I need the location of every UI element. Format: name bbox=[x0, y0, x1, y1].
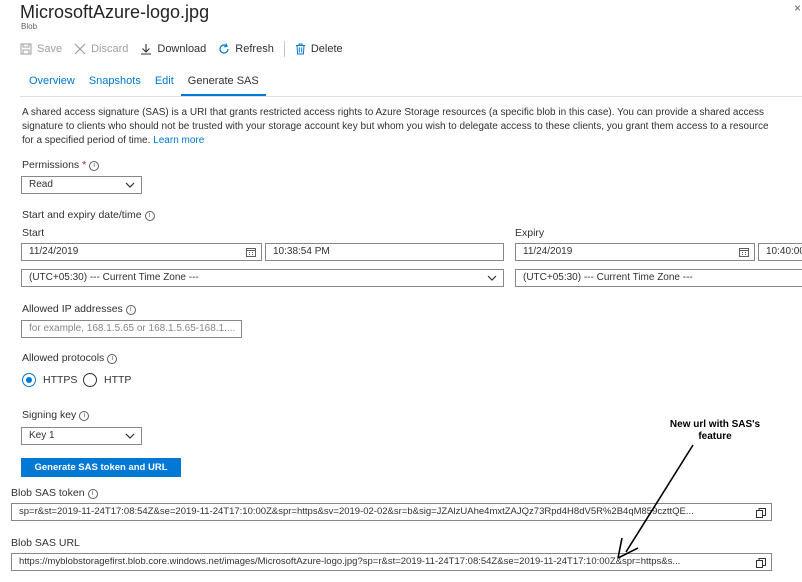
expiry-timezone-value: (UTC+05:30) --- Current Time Zone --- bbox=[523, 272, 693, 283]
sas-token-label-text: Blob SAS token bbox=[11, 487, 85, 499]
info-icon[interactable]: i bbox=[107, 354, 118, 364]
refresh-icon bbox=[219, 43, 229, 54]
download-button[interactable]: Download bbox=[140, 43, 206, 55]
start-date-value: 11/24/2019 bbox=[29, 246, 79, 257]
chevron-down-icon bbox=[125, 182, 135, 188]
copy-icon[interactable] bbox=[756, 508, 766, 518]
sas-url-label: Blob SAS URL bbox=[11, 537, 80, 549]
start-timezone-dropdown[interactable]: (UTC+05:30) --- Current Time Zone --- bbox=[21, 269, 504, 287]
signing-key-label: Signing key i bbox=[22, 409, 90, 421]
toolbar-divider bbox=[283, 41, 285, 57]
sas-token-label: Blob SAS token i bbox=[11, 487, 98, 499]
sas-description: A shared access signature (SAS) is a URI… bbox=[22, 106, 782, 148]
dates-label: Start and expiry date/time i bbox=[22, 209, 155, 221]
expiry-timezone-dropdown[interactable]: (UTC+05:30) --- Current Time Zone --- bbox=[515, 269, 802, 287]
download-icon bbox=[141, 44, 152, 55]
tab-generate-sas[interactable]: Generate SAS bbox=[180, 72, 266, 96]
description-text: A shared access signature (SAS) is a URI… bbox=[22, 107, 769, 146]
download-label: Download bbox=[157, 43, 207, 55]
page-subtitle: Blob bbox=[21, 22, 38, 31]
http-radio[interactable] bbox=[83, 373, 97, 387]
ip-label-text: Allowed IP addresses bbox=[22, 303, 123, 315]
required-mark: * bbox=[82, 159, 87, 171]
start-label: Start bbox=[22, 227, 45, 239]
http-label: HTTP bbox=[104, 374, 132, 386]
https-label: HTTPS bbox=[43, 374, 78, 386]
save-icon bbox=[20, 43, 32, 55]
permissions-label: Permissions * i bbox=[22, 159, 100, 171]
calendar-icon[interactable] bbox=[246, 247, 256, 257]
sas-token-value: sp=r&st=2019-11-24T17:08:54Z&se=2019-11-… bbox=[19, 506, 694, 517]
info-icon[interactable]: i bbox=[79, 411, 90, 421]
delete-icon bbox=[295, 43, 305, 55]
start-timezone-value: (UTC+05:30) --- Current Time Zone --- bbox=[29, 272, 199, 283]
ip-input[interactable]: for example, 168.1.5.65 or 168.1.5.65-16… bbox=[21, 320, 242, 338]
protocols-label-text: Allowed protocols bbox=[22, 352, 105, 364]
calendar-icon[interactable] bbox=[739, 247, 749, 257]
copy-icon[interactable] bbox=[756, 558, 766, 568]
expiry-time-value: 10:40:00 bbox=[766, 246, 802, 257]
info-icon[interactable]: i bbox=[89, 161, 100, 171]
permissions-value: Read bbox=[29, 179, 53, 190]
protocols-label: Allowed protocols i bbox=[22, 352, 118, 364]
start-time-value: 10:38:54 PM bbox=[273, 246, 330, 257]
annotation-arrow bbox=[617, 444, 694, 559]
expiry-date-input[interactable]: 11/24/2019 bbox=[515, 243, 755, 261]
page-title: MicrosoftAzure-logo.jpg bbox=[20, 2, 210, 22]
learn-more-link[interactable]: Learn more bbox=[153, 135, 204, 146]
refresh-label: Refresh bbox=[235, 43, 274, 55]
start-time-input[interactable]: 10:38:54 PM bbox=[265, 243, 504, 261]
annotation-line1: New url with SAS's bbox=[669, 419, 761, 430]
discard-button[interactable]: Discard bbox=[74, 43, 128, 55]
info-icon[interactable]: i bbox=[125, 305, 136, 315]
signing-key-label-text: Signing key bbox=[22, 409, 77, 421]
tab-overview[interactable]: Overview bbox=[22, 72, 82, 94]
discard-icon bbox=[74, 43, 86, 55]
sas-url-value: https://myblobstoragefirst.blob.core.win… bbox=[19, 556, 681, 567]
chevron-down-icon bbox=[487, 275, 497, 281]
save-label: Save bbox=[37, 43, 63, 55]
info-icon[interactable]: i bbox=[144, 211, 155, 221]
close-icon[interactable]: × bbox=[794, 1, 801, 15]
https-radio[interactable] bbox=[22, 373, 36, 387]
start-date-input[interactable]: 11/24/2019 bbox=[21, 243, 262, 261]
signing-key-dropdown[interactable]: Key 1 bbox=[21, 427, 142, 445]
permissions-label-text: Permissions bbox=[22, 159, 80, 171]
permissions-dropdown[interactable]: Read bbox=[21, 176, 142, 194]
ip-placeholder: for example, 168.1.5.65 or 168.1.5.65-16… bbox=[29, 323, 236, 334]
generate-sas-button[interactable]: Generate SAS token and URL bbox=[21, 458, 181, 477]
delete-button[interactable]: Delete bbox=[295, 43, 343, 55]
refresh-button[interactable]: Refresh bbox=[218, 43, 274, 55]
info-icon[interactable]: i bbox=[87, 489, 98, 499]
dates-label-text: Start and expiry date/time bbox=[22, 209, 142, 221]
tab-snapshots[interactable]: Snapshots bbox=[82, 72, 148, 94]
delete-label: Delete bbox=[310, 43, 343, 55]
save-button[interactable]: Save bbox=[20, 43, 62, 55]
expiry-time-input[interactable]: 10:40:00 bbox=[758, 243, 802, 261]
tab-divider bbox=[20, 96, 802, 97]
discard-label: Discard bbox=[91, 43, 129, 55]
expiry-date-value: 11/24/2019 bbox=[523, 246, 573, 257]
tab-edit[interactable]: Edit bbox=[148, 72, 181, 94]
signing-key-value: Key 1 bbox=[29, 430, 55, 441]
tab-bar: Overview Snapshots Edit Generate SAS bbox=[22, 72, 266, 96]
command-bar: Save Discard Download Refresh Delete bbox=[20, 40, 355, 58]
expiry-label: Expiry bbox=[515, 227, 545, 239]
ip-label: Allowed IP addresses i bbox=[22, 303, 136, 315]
chevron-down-icon bbox=[125, 433, 135, 439]
